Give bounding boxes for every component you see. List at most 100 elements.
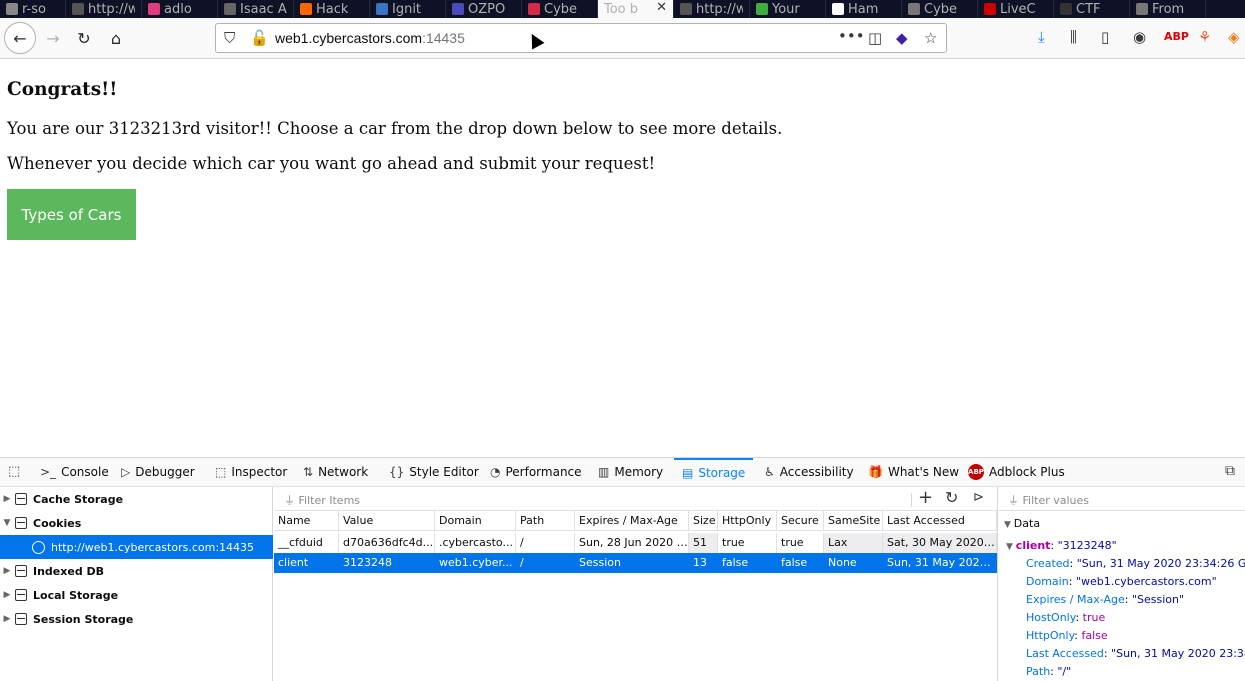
table-cell: 3123248 xyxy=(339,553,435,573)
account-icon[interactable]: ◉ xyxy=(1133,28,1146,46)
client-key: client xyxy=(1015,539,1051,552)
column-header: Last Accessed xyxy=(883,511,997,531)
refresh-icon[interactable]: ↻ xyxy=(945,488,958,507)
close-tab-icon[interactable]: ✕ xyxy=(656,0,667,15)
expires-entry: Expires / Max-Age: "Session" xyxy=(1026,593,1185,606)
devtools-tab-console[interactable]: >_ Console xyxy=(40,458,109,486)
pocket-icon[interactable]: ◫ xyxy=(868,29,882,47)
bookmark-star-icon[interactable]: ☆ xyxy=(924,29,937,47)
back-button[interactable]: ← xyxy=(4,22,36,54)
tab-title: LiveC xyxy=(1000,1,1036,17)
browser-tab[interactable]: Ignit xyxy=(370,0,446,18)
browser-tab[interactable]: Too b ✕ xyxy=(598,0,674,18)
expand-arrow-icon[interactable]: ▶ xyxy=(0,590,14,600)
browser-tab[interactable]: OZPO xyxy=(446,0,522,18)
add-item-icon[interactable]: + xyxy=(918,487,933,508)
table-row-selected[interactable]: client 3123248 web1.cyber... / Session 13 fals… xyxy=(274,553,997,573)
browser-tab[interactable]: Cybe xyxy=(522,0,598,18)
devtools-tab-accessibility[interactable]: ♿ Accessibility xyxy=(764,458,854,486)
url-bar[interactable]: ⛉ 🔓 web1.cybercastors.com:14435 ••• ◫ ◆ … xyxy=(215,23,947,53)
storage-icon xyxy=(15,613,27,625)
browser-tab[interactable]: CTF xyxy=(1054,0,1130,18)
table-cell: / xyxy=(516,553,575,573)
devtools-tab-inspector[interactable]: ⬚ Inspector xyxy=(215,458,287,486)
data-section-header[interactable]: ▼ Data xyxy=(1004,517,1040,530)
expand-arrow-icon[interactable]: ▶ xyxy=(0,494,14,504)
library-icon[interactable]: ⫼ xyxy=(1070,28,1077,46)
tree-item-cookie-origin[interactable]: http://web1.cybercastors.com:14435 xyxy=(0,535,273,559)
devtools-tab-network[interactable]: ⇅ Network xyxy=(303,458,368,486)
favicon-icon xyxy=(224,3,236,15)
table-row[interactable]: __cfduid d70a636dfc4d... .cybercasto... / Su… xyxy=(274,533,997,553)
dock-options-icon[interactable]: ⧉ xyxy=(1225,463,1235,479)
collapse-arrow-icon[interactable]: ▼ xyxy=(0,518,14,528)
devtools-tab-debugger[interactable]: ▷ Debugger xyxy=(121,458,195,486)
table-cell: __cfduid xyxy=(274,533,339,553)
tab-title: Isaac As xyxy=(240,1,287,17)
devtools-tab-memory[interactable]: ▥ Memory xyxy=(598,458,663,486)
expand-arrow-icon[interactable]: ▶ xyxy=(0,614,14,624)
devtools-tab-performance[interactable]: ◔ Performance xyxy=(490,458,582,486)
tab-title: Ignit xyxy=(392,1,422,17)
tree-item-cache-storage[interactable]: ▶ Cache Storage xyxy=(0,487,273,511)
browser-tab[interactable]: Cybe xyxy=(902,0,978,18)
adblock-icon[interactable]: ABP xyxy=(1164,30,1189,43)
sidebar-toggle-icon[interactable]: ▯ xyxy=(1101,28,1109,46)
tree-item-local-storage[interactable]: ▶ Local Storage xyxy=(0,583,273,607)
devtools-tab-storage[interactable]: ▤ Storage xyxy=(674,458,754,486)
expand-arrow-icon[interactable]: ▶ xyxy=(0,566,14,576)
url-text[interactable]: web1.cybercastors.com:14435 xyxy=(275,30,465,46)
domain-value: "web1.cybercastors.com" xyxy=(1075,575,1217,588)
table-toolbar: ⏚ Filter Items + ↻ ⊳ xyxy=(274,487,997,511)
domain-entry: Domain: "web1.cybercastors.com" xyxy=(1026,575,1217,588)
table-cell: Sun, 28 Jun 2020 1... xyxy=(575,533,689,553)
browser-tab[interactable]: From xyxy=(1130,0,1206,18)
favicon-icon xyxy=(832,3,844,15)
browser-tab[interactable]: adlo xyxy=(142,0,218,18)
extension-people-icon[interactable]: ⚘ xyxy=(1198,28,1211,46)
browser-tab[interactable]: http://w xyxy=(66,0,142,18)
tab-title: http://w xyxy=(696,1,743,17)
metamask-icon[interactable]: ◈ xyxy=(1228,28,1240,46)
downloads-icon[interactable]: ⤓ xyxy=(1038,28,1045,46)
tab-title: CTF xyxy=(1076,1,1101,17)
filter-items-input[interactable]: ⏚ Filter Items xyxy=(284,492,360,508)
browser-tab[interactable]: Ham xyxy=(826,0,902,18)
tree-item-session-storage[interactable]: ▶ Session Storage xyxy=(0,607,273,631)
table-cell: 13 xyxy=(689,553,718,573)
filter-values-input[interactable]: ⏚ Filter values xyxy=(1008,492,1089,508)
page-actions-icon[interactable]: ••• xyxy=(838,27,865,45)
filter-icon: ⏚ xyxy=(1008,494,1023,507)
url-host: web1.cybercastors.com xyxy=(275,30,423,46)
storage-icon xyxy=(15,493,27,505)
column-header: SameSite xyxy=(824,511,883,531)
toggle-sidebar-icon[interactable]: ⊳ xyxy=(973,490,984,505)
forward-button[interactable]: → xyxy=(40,25,66,51)
types-of-cars-button[interactable]: Types of Cars xyxy=(7,189,136,240)
browser-tab[interactable]: Your xyxy=(750,0,826,18)
favicon-icon xyxy=(72,3,84,15)
insecure-lock-icon[interactable]: 🔓 xyxy=(250,29,269,47)
storage-icon xyxy=(15,565,27,577)
tree-item-indexed-db[interactable]: ▶ Indexed DB xyxy=(0,559,273,583)
favicon-icon xyxy=(376,3,388,15)
devtools-toolbar: ⬚ >_ Console ▷ Debugger ⬚ Inspector ⇅ Network {}… xyxy=(0,458,1245,487)
client-entry[interactable]: ▼ client: "3123248" xyxy=(1006,539,1117,552)
home-button[interactable]: ⌂ xyxy=(103,25,129,51)
table-cell: false xyxy=(718,553,777,573)
browser-tab[interactable]: Isaac As xyxy=(218,0,294,18)
element-picker-icon[interactable]: ⬚ xyxy=(8,464,20,479)
devtools-tab-style-editor[interactable]: {} Style Editor xyxy=(389,458,479,486)
browser-tab[interactable]: Hack xyxy=(294,0,370,18)
reload-button[interactable]: ↻ xyxy=(71,25,97,51)
favicon-icon xyxy=(756,3,768,15)
browser-tab[interactable]: r-so xyxy=(0,0,66,18)
tab-title: Hack xyxy=(316,1,349,17)
browser-tab[interactable]: LiveC xyxy=(978,0,1054,18)
devtools-tab-whats-new[interactable]: 🎁 What's New xyxy=(868,458,959,486)
devtools-tab-adblock-plus[interactable]: ABP Adblock Plus xyxy=(968,458,1065,486)
shield-icon[interactable]: ⛉ xyxy=(224,29,235,47)
browser-tab[interactable]: http://w xyxy=(674,0,750,18)
tree-item-cookies[interactable]: ▼ Cookies xyxy=(0,511,273,535)
extension-icon[interactable]: ◆ xyxy=(896,29,908,47)
